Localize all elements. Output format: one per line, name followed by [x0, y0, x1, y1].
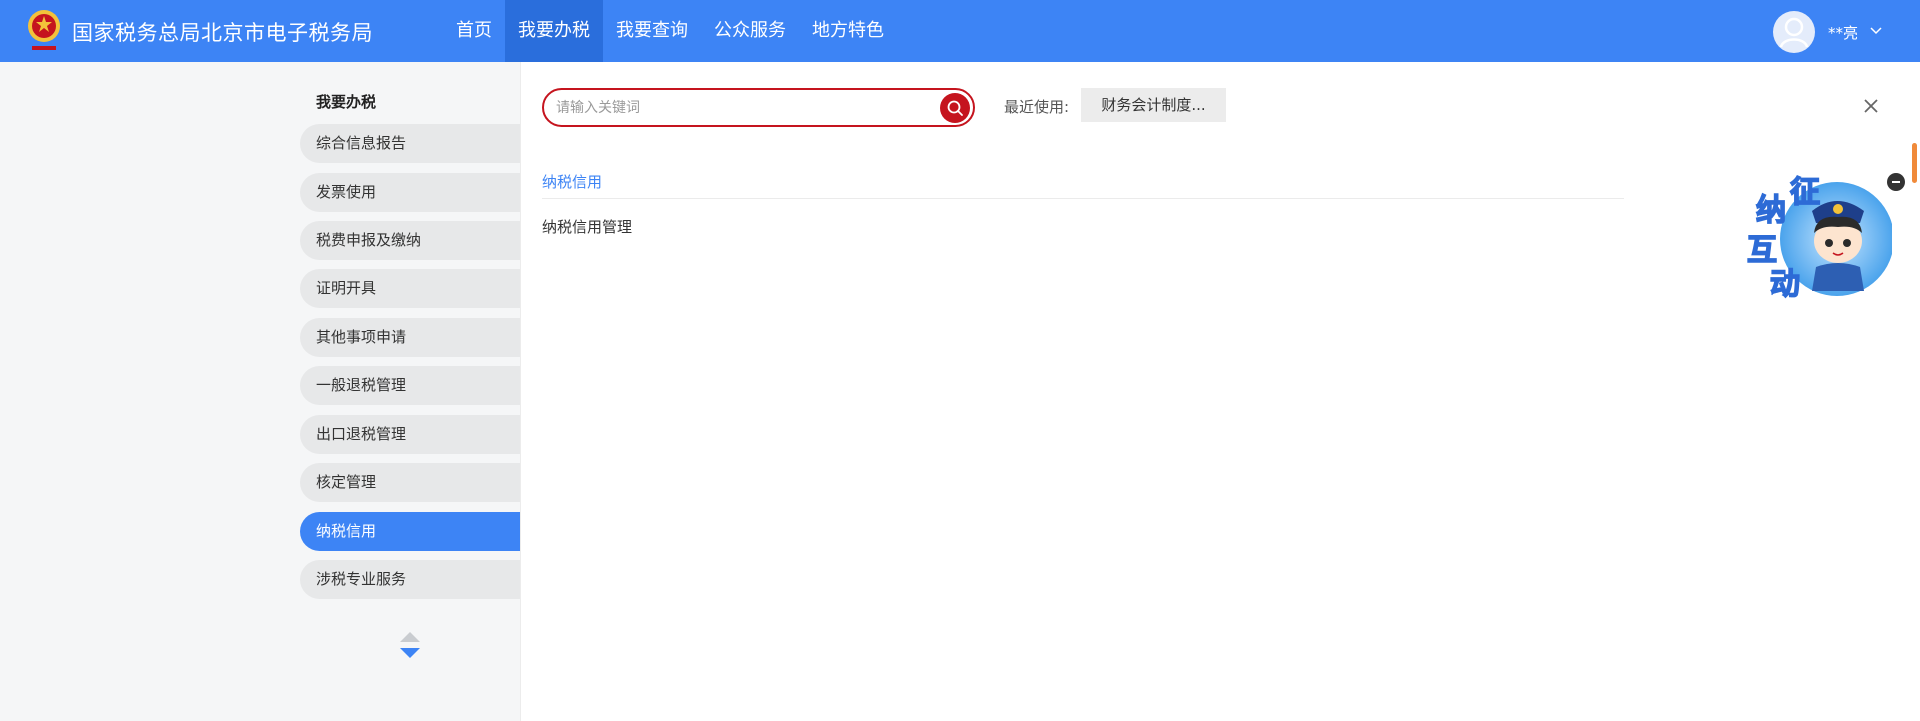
- nav-home[interactable]: 首页: [443, 0, 505, 62]
- result-item[interactable]: 纳税信用管理: [542, 216, 632, 237]
- scroll-down-icon[interactable]: [400, 648, 420, 658]
- recent-item-chip[interactable]: 财务会计制度...: [1081, 88, 1226, 122]
- sidebar-title: 我要办税: [316, 93, 377, 111]
- search-box: [542, 88, 975, 127]
- nav-query[interactable]: 我要查询: [603, 0, 701, 62]
- recent-label: 最近使用:: [1004, 98, 1070, 116]
- chevron-down-icon[interactable]: [1868, 22, 1884, 38]
- sidebar-item-info-report[interactable]: 综合信息报告: [300, 124, 520, 163]
- nav-public-service[interactable]: 公众服务: [701, 0, 799, 62]
- sidebar-item-export-refund[interactable]: 出口退税管理: [300, 415, 520, 454]
- sidebar-item-general-refund[interactable]: 一般退税管理: [300, 366, 520, 405]
- search-icon: [947, 100, 963, 116]
- sidebar-scroll-arrows: [398, 628, 422, 664]
- search-input[interactable]: [556, 96, 926, 120]
- nav-tax-handling[interactable]: 我要办税: [505, 0, 603, 62]
- nav-local-features[interactable]: 地方特色: [799, 0, 897, 62]
- main-panel: 最近使用: 财务会计制度... 纳税信用 纳税信用管理: [520, 62, 1920, 721]
- sidebar-item-tax-credit[interactable]: 纳税信用: [300, 512, 520, 551]
- sidebar-item-assessment[interactable]: 核定管理: [300, 463, 520, 502]
- sidebar: 我要办税 综合信息报告 发票使用 税费申报及缴纳 证明开具 其他事项申请 一般退…: [0, 62, 520, 721]
- assistant-widget[interactable]: 征 纳 互 动: [1742, 163, 1894, 303]
- assistant-char: 纳: [1755, 192, 1787, 229]
- sidebar-item-other-requests[interactable]: 其他事项申请: [300, 318, 520, 357]
- page-scrollbar[interactable]: [1912, 143, 1917, 183]
- sidebar-item-certificates[interactable]: 证明开具: [300, 269, 520, 308]
- search-button[interactable]: [940, 93, 970, 123]
- close-icon[interactable]: [1861, 96, 1881, 116]
- section-divider: [542, 198, 1624, 199]
- assistant-char: 征: [1789, 174, 1821, 211]
- sidebar-item-invoice-use[interactable]: 发票使用: [300, 173, 520, 212]
- minimize-icon[interactable]: [1887, 173, 1905, 191]
- user-avatar-icon[interactable]: [1773, 11, 1815, 53]
- site-title: 国家税务总局北京市电子税务局: [72, 21, 373, 45]
- scroll-up-icon[interactable]: [400, 632, 420, 642]
- section-heading: 纳税信用: [542, 173, 603, 191]
- sidebar-item-tax-declaration[interactable]: 税费申报及缴纳: [300, 221, 520, 260]
- main-nav: 首页 我要办税 我要查询 公众服务 地方特色: [443, 0, 897, 62]
- top-header: 国家税务总局北京市电子税务局 首页 我要办税 我要查询 公众服务 地方特色 **…: [0, 0, 1920, 62]
- sidebar-item-professional-service[interactable]: 涉税专业服务: [300, 560, 520, 599]
- user-name[interactable]: **亮: [1828, 22, 1858, 43]
- emblem-logo: [26, 6, 62, 54]
- assistant-char: 动: [1769, 266, 1801, 303]
